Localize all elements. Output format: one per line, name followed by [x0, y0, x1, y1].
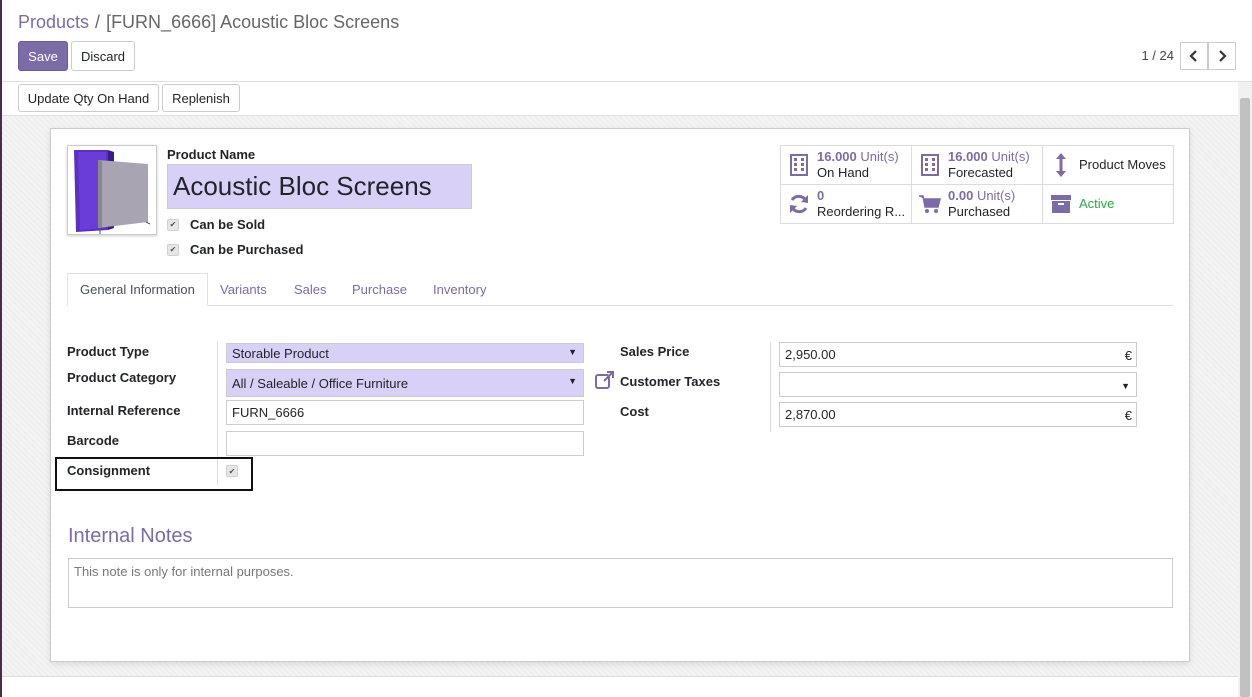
smart-buttons: 16.000 Unit(s) On Hand 16.000 Unit(s) Fo… [780, 145, 1174, 224]
shopping-cart-icon [912, 194, 948, 214]
forecasted-unit: Unit(s) [991, 149, 1030, 164]
active-toggle-button[interactable]: Active [1043, 185, 1174, 224]
product-type-select[interactable]: Storable Product ▼ [226, 343, 584, 363]
sales-price-currency: € [1124, 348, 1132, 363]
scrollbar-thumb[interactable] [1240, 98, 1250, 697]
barcode-label: Barcode [67, 433, 120, 448]
internal-reference-label: Internal Reference [67, 403, 181, 418]
active-label: Active [1079, 196, 1115, 211]
can-be-sold-row: ✔ Can be Sold [167, 217, 265, 232]
product-moves-button[interactable]: Product Moves [1043, 146, 1174, 185]
notebook-tabs: General Information Variants Sales Purch… [67, 273, 1173, 306]
reordering-value: 0 [817, 188, 825, 203]
caret-down-icon: ▼ [1121, 381, 1130, 391]
product-category-value: All / Saleable / Office Furniture [232, 375, 409, 391]
caret-down-icon: ▼ [568, 376, 577, 386]
arrows-vertical-icon [1043, 152, 1079, 178]
barcode-input[interactable] [226, 431, 584, 456]
tab-purchase[interactable]: Purchase [340, 273, 419, 306]
forecasted-stat-button[interactable]: 16.000 Unit(s) Forecasted [912, 146, 1043, 185]
control-panel: Products / [FURN_6666] Acoustic Bloc Scree… [2, 0, 1252, 82]
internal-notes-title: Internal Notes [68, 525, 193, 547]
chevron-left-icon [1189, 50, 1197, 62]
tab-general-information[interactable]: General Information [67, 273, 208, 306]
cost-input[interactable]: 2,870.00 € [779, 402, 1137, 427]
can-be-sold-checkbox[interactable]: ✔ [167, 218, 179, 231]
building-icon [781, 154, 817, 176]
purchased-unit: Unit(s) [976, 188, 1016, 203]
tab-sales[interactable]: Sales [282, 273, 339, 306]
building-icon [912, 154, 948, 176]
on-hand-unit: Unit(s) [860, 149, 899, 164]
can-be-purchased-label: Can be Purchased [190, 242, 304, 257]
update-qty-on-hand-button[interactable]: Update Qty On Hand [18, 84, 159, 112]
product-image[interactable] [67, 145, 157, 235]
product-moves-label: Product Moves [1079, 157, 1166, 172]
right-group-divider [770, 342, 771, 432]
customer-taxes-input[interactable]: ▼ [779, 372, 1137, 397]
breadcrumb: Products / [FURN_6666] Acoustic Bloc Scree… [18, 12, 399, 33]
caret-down-icon: ▼ [568, 347, 577, 357]
product-category-select[interactable]: All / Saleable / Office Furniture ▼ [226, 369, 584, 397]
internal-reference-input[interactable]: FURN_6666 [226, 400, 584, 425]
purchased-stat-button[interactable]: 0.00 Unit(s) Purchased [912, 185, 1043, 224]
internal-notes-textarea[interactable]: This note is only for internal purposes. [68, 558, 1173, 608]
sales-price-label: Sales Price [620, 344, 690, 359]
form-sheet: Product Name Acoustic Bloc Screens ✔ Can… [50, 128, 1190, 662]
bottom-strip [2, 676, 1238, 697]
discard-button[interactable]: Discard [71, 41, 135, 71]
breadcrumb-products-link[interactable]: Products [18, 12, 89, 32]
reordering-rules-button[interactable]: 0 Reordering R... [781, 185, 912, 224]
product-name-label: Product Name [167, 147, 256, 162]
sales-price-input[interactable]: 2,950.00 € [779, 342, 1137, 367]
product-name-input[interactable]: Acoustic Bloc Screens [167, 164, 472, 209]
product-photo-icon [68, 146, 156, 234]
cost-label: Cost [620, 404, 649, 419]
archive-icon [1043, 194, 1079, 214]
pager-value[interactable]: 1 / 24 [1141, 48, 1174, 63]
save-button[interactable]: Save [18, 41, 68, 71]
cost-currency: € [1124, 408, 1132, 423]
customer-taxes-label: Customer Taxes [620, 374, 721, 389]
can-be-purchased-checkbox[interactable]: ✔ [167, 243, 179, 256]
forecasted-label: Forecasted [948, 165, 1014, 180]
form-statusbar: Update Qty On Hand Replenish [2, 82, 1238, 116]
product-category-label: Product Category [67, 370, 177, 385]
can-be-sold-label: Can be Sold [190, 217, 266, 232]
sales-price-value: 2,950.00 [785, 347, 836, 362]
refresh-icon [781, 193, 817, 215]
on-hand-label: On Hand [817, 165, 870, 180]
purchased-label: Purchased [948, 204, 1011, 219]
breadcrumb-separator: / [95, 12, 101, 32]
forecasted-value: 16.000 [948, 149, 988, 164]
product-type-value: Storable Product [232, 345, 329, 361]
pager-next-button[interactable] [1208, 42, 1236, 70]
pager-previous-button[interactable] [1180, 42, 1208, 70]
breadcrumb-current: [FURN_6666] Acoustic Bloc Screens [106, 12, 400, 32]
cost-value: 2,870.00 [785, 407, 836, 422]
consignment-highlight [55, 457, 253, 491]
reordering-label: Reordering R... [817, 204, 906, 219]
tab-variants[interactable]: Variants [208, 273, 279, 306]
product-type-label: Product Type [67, 344, 150, 359]
on-hand-stat-button[interactable]: 16.000 Unit(s) On Hand [781, 146, 912, 185]
purchased-value: 0.00 [948, 188, 974, 203]
can-be-purchased-row: ✔ Can be Purchased [167, 242, 303, 257]
on-hand-value: 16.000 [817, 149, 857, 164]
tab-inventory[interactable]: Inventory [421, 273, 498, 306]
external-link-icon[interactable] [595, 371, 615, 392]
replenish-button[interactable]: Replenish [162, 84, 240, 112]
chevron-right-icon [1219, 50, 1227, 62]
